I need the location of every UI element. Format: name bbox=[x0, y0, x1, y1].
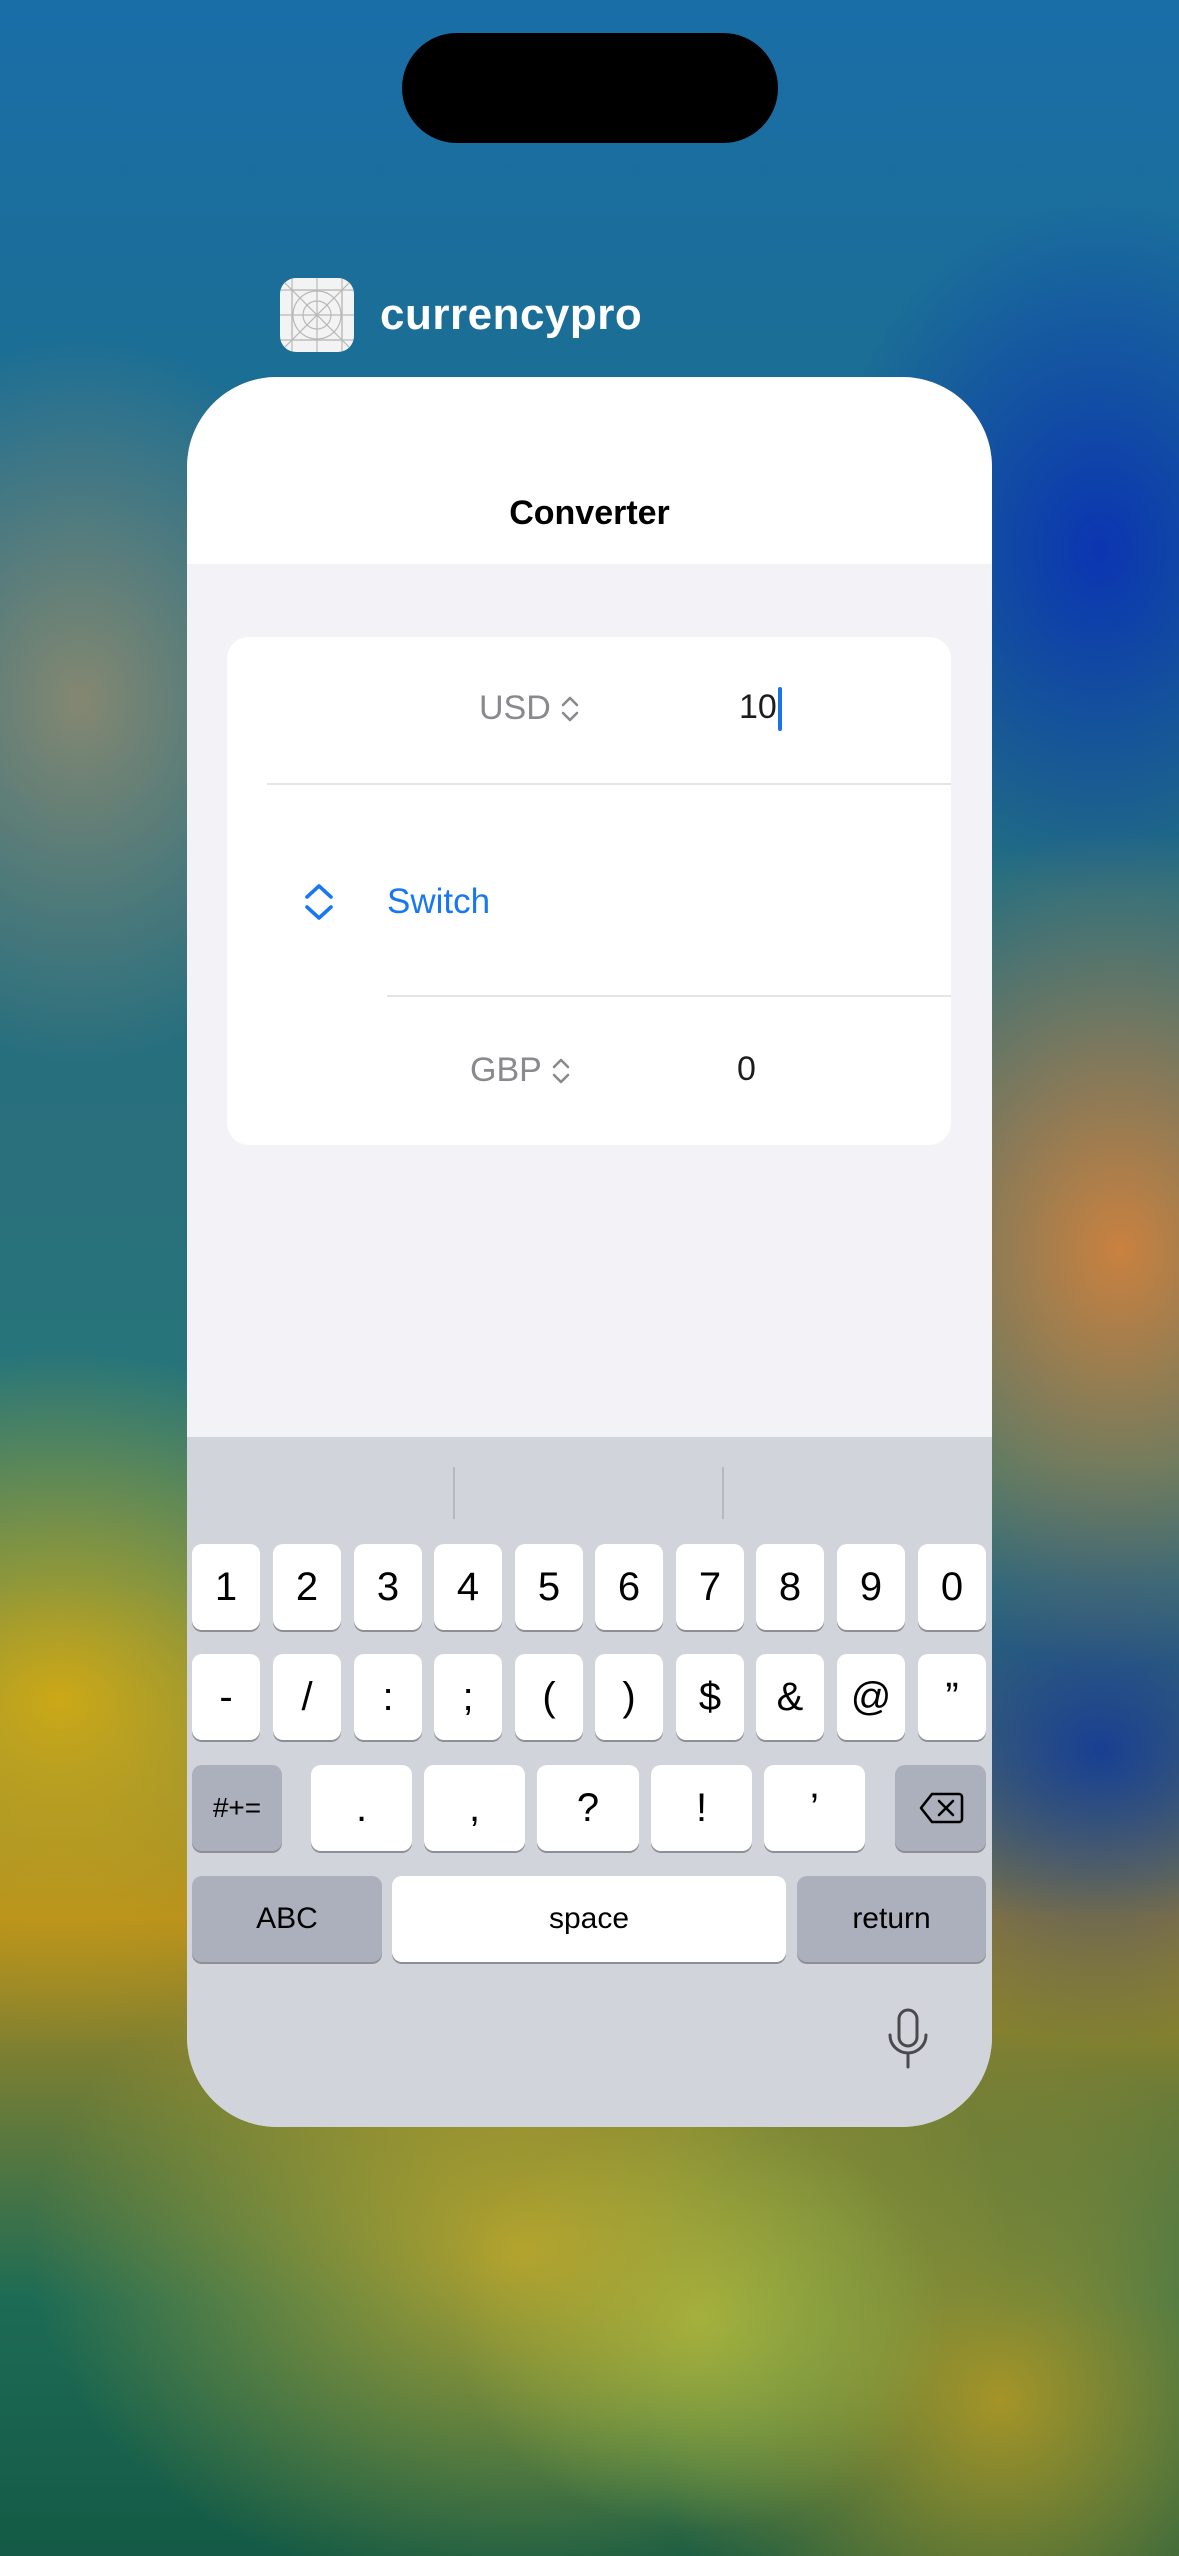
text-cursor bbox=[777, 687, 782, 731]
key-at[interactable]: @ bbox=[837, 1654, 905, 1740]
app-name: currencypro bbox=[380, 290, 643, 339]
key-comma[interactable]: , bbox=[424, 1765, 525, 1851]
key-colon[interactable]: : bbox=[354, 1654, 422, 1740]
key-exclamation[interactable]: ! bbox=[651, 1765, 752, 1851]
key-open-paren[interactable]: ( bbox=[515, 1654, 583, 1740]
app-switcher-header[interactable]: currencypro bbox=[280, 277, 642, 353]
abc-key[interactable]: ABC bbox=[192, 1876, 382, 1962]
chevron-up-down-icon bbox=[305, 884, 333, 920]
to-amount-value: 0 bbox=[737, 1050, 756, 1088]
switch-button[interactable]: Switch bbox=[227, 857, 951, 947]
page-title: Converter bbox=[509, 494, 670, 532]
key-slash[interactable]: / bbox=[273, 1654, 341, 1740]
to-currency-picker[interactable]: GBP bbox=[470, 1051, 572, 1090]
to-currency-label: GBP bbox=[470, 1051, 542, 1089]
backspace-key[interactable] bbox=[895, 1765, 986, 1851]
backspace-icon bbox=[919, 1792, 963, 1824]
key-8[interactable]: 8 bbox=[756, 1544, 824, 1630]
key-2[interactable]: 2 bbox=[273, 1544, 341, 1630]
key-semicolon[interactable]: ; bbox=[434, 1654, 502, 1740]
navigation-bar: Converter bbox=[187, 377, 992, 564]
microphone-icon[interactable] bbox=[885, 2007, 931, 2073]
dynamic-island bbox=[402, 33, 778, 143]
key-dollar[interactable]: $ bbox=[676, 1654, 744, 1740]
suggestion-divider bbox=[722, 1467, 724, 1519]
key-0[interactable]: 0 bbox=[918, 1544, 986, 1630]
from-amount-value: 10 bbox=[739, 687, 777, 726]
switch-label: Switch bbox=[387, 882, 491, 921]
key-quote[interactable]: ” bbox=[918, 1654, 986, 1740]
from-currency-label: USD bbox=[479, 689, 551, 727]
key-1[interactable]: 1 bbox=[192, 1544, 260, 1630]
key-apostrophe[interactable]: ’ bbox=[764, 1765, 865, 1851]
key-5[interactable]: 5 bbox=[515, 1544, 583, 1630]
key-question[interactable]: ? bbox=[537, 1765, 639, 1851]
key-7[interactable]: 7 bbox=[676, 1544, 744, 1630]
key-ampersand[interactable]: & bbox=[756, 1654, 824, 1740]
app-icon bbox=[280, 278, 354, 352]
return-key[interactable]: return bbox=[797, 1876, 986, 1962]
keyboard: 1 2 3 4 5 6 7 8 9 0 - / : ; ( ) $ & @ ” … bbox=[187, 1437, 992, 2127]
converter-group: USD 10 Switch GBP 0 bbox=[227, 637, 951, 1145]
key-4[interactable]: 4 bbox=[434, 1544, 502, 1630]
chevron-up-down-icon bbox=[561, 696, 579, 721]
key-hyphen[interactable]: - bbox=[192, 1654, 260, 1740]
key-period[interactable]: . bbox=[311, 1765, 412, 1851]
from-amount-field[interactable]: 10 bbox=[739, 687, 782, 731]
key-close-paren[interactable]: ) bbox=[595, 1654, 663, 1740]
chevron-up-down-icon bbox=[552, 1058, 570, 1083]
key-6[interactable]: 6 bbox=[595, 1544, 663, 1630]
space-key[interactable]: space bbox=[392, 1876, 786, 1962]
divider bbox=[267, 783, 951, 785]
more-symbols-key[interactable]: #+= bbox=[192, 1765, 282, 1851]
key-9[interactable]: 9 bbox=[837, 1544, 905, 1630]
from-currency-picker[interactable]: USD bbox=[479, 689, 581, 728]
key-3[interactable]: 3 bbox=[354, 1544, 422, 1630]
app-window[interactable]: Converter USD 10 Switch GBP 0 1 2 3 4 5 … bbox=[187, 377, 992, 2127]
divider bbox=[387, 995, 951, 997]
suggestion-divider bbox=[453, 1467, 455, 1519]
